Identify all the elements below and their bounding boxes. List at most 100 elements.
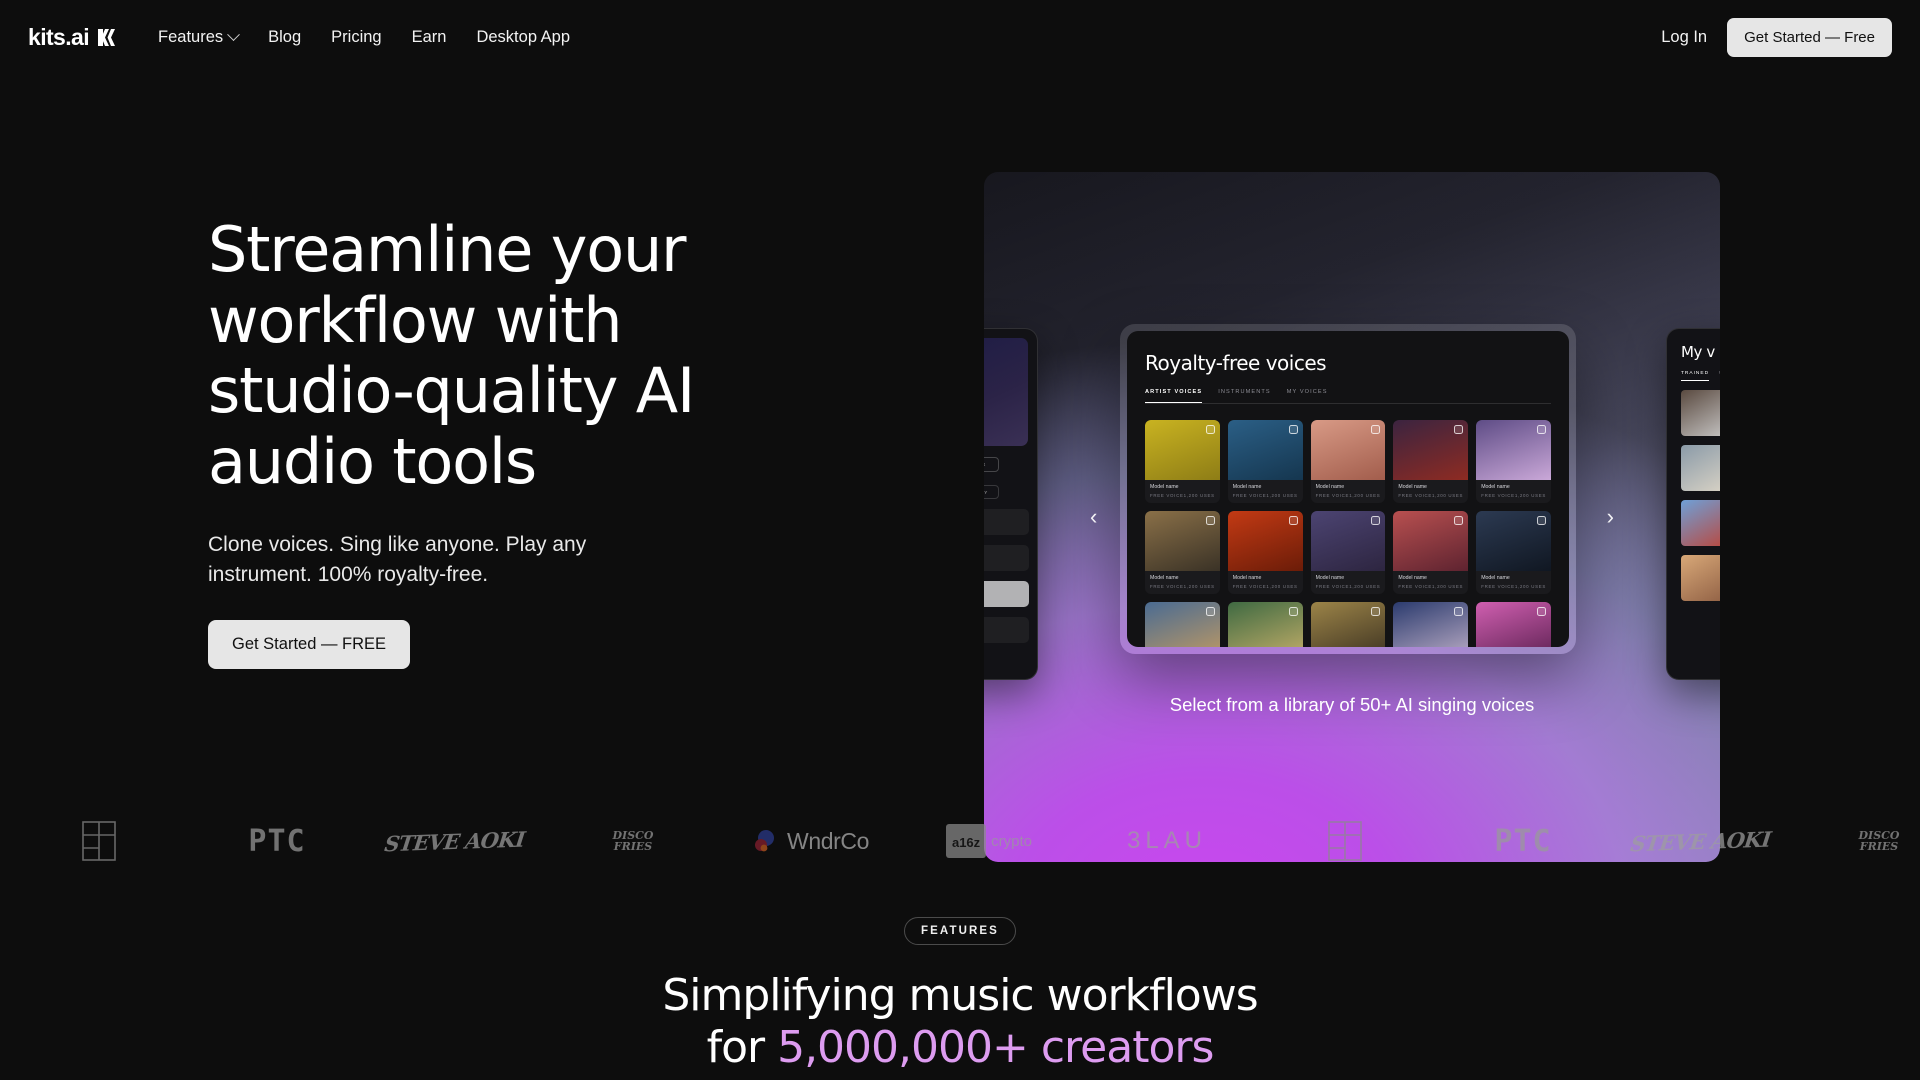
voice-card-badge: FREE VOICE [1315,493,1350,498]
checkbox-icon[interactable] [1371,516,1381,525]
checkbox-icon[interactable] [1454,516,1464,525]
voice-card[interactable]: Model nameFREE VOICE1,200 USES [1476,602,1551,647]
panel-title: Royalty-free voices [1145,351,1327,375]
checkbox-icon[interactable] [1288,607,1298,616]
voice-card-badge: FREE VOICE [1481,493,1515,498]
voice-card-grid: Model name FREE VOICE 1,200 USES Model name… [1145,420,1551,647]
voice-card-name: Model name [1398,575,1427,581]
nav-item-blog[interactable]: Blog [268,28,301,47]
wndrco-logo: WndrCo [722,817,900,865]
features-section: FEATURES Simplifying music workflows for… [0,897,1920,1074]
carousel-panel-next[interactable]: My v TRAINED UP [1666,328,1720,680]
features-heading-line1: Simplifying music workflows [662,970,1258,1021]
hero-section: Streamline your workflow with studio-qua… [0,75,1920,862]
page-title: Streamline your workflow with studio-qua… [208,213,695,499]
tab-artist-voices[interactable]: ARTIST VOICES [1145,389,1203,403]
voice-card[interactable]: Model nameFREE VOICE1,200 USES [1227,420,1303,503]
voice-card-image [1310,511,1386,571]
list-item[interactable] [984,509,1029,535]
voice-card-meta: Model name FREE VOICE 1,200 USES [1145,480,1220,503]
voice-card-name: Model name [1232,575,1262,581]
voice-card-uses: 1,200 USES [1514,493,1546,498]
voice-card[interactable]: Model nameFREE VOICE1,200 USES [1145,420,1220,503]
voice-card[interactable]: Model nameFREE VOICE1,200 USES [1145,602,1220,647]
voice-card-image [1227,602,1303,647]
hero-copy: Streamline your workflow with studio-qua… [208,85,848,785]
voice-card-meta: Model name FREE VOICE 1,200 USES [1393,480,1469,503]
voice-card[interactable]: Model nameFREE VOICE1,200 USES [1393,420,1469,503]
my-voices-title: My v [1681,343,1715,361]
carousel-panel-previous[interactable]: PITCH RANGE ...ium, G3-F#4 SHARE ...LL H… [984,328,1038,680]
voice-card[interactable]: Model nameFREE VOICE1,200 USES [1310,602,1386,647]
brand-logo[interactable]: kits.ai [28,26,116,49]
nav-item-desktop-app[interactable]: Desktop App [476,28,570,47]
carousel-prev-button[interactable]: ‹ [1090,506,1097,528]
voice-card-image [1393,420,1469,480]
voice-card-image [1393,511,1469,571]
voice-card-image [1310,602,1386,647]
voice-card[interactable]: Model nameFREE VOICE1,200 USES [1310,420,1386,503]
checkbox-icon[interactable] [1537,607,1546,616]
nav-item-earn-label: Earn [411,28,447,46]
voice-card[interactable]: Model nameFREE VOICE1,200 USES [1227,602,1303,647]
tab-instruments[interactable]: INSTRUMENTS [1218,389,1271,403]
checkbox-icon[interactable] [1537,516,1546,525]
checkbox-icon[interactable] [1288,425,1298,434]
checkbox-icon[interactable] [1537,425,1546,434]
checkbox-icon[interactable] [1205,425,1215,434]
my-voice-thumbnail[interactable] [1681,555,1720,601]
voice-card[interactable]: Model nameFREE VOICE1,200 USES [1476,420,1551,503]
list-item[interactable] [984,545,1029,571]
checkbox-icon[interactable] [1205,516,1215,525]
nav-item-blog-label: Blog [268,28,302,46]
voice-card[interactable]: Model nameFREE VOICE1,200 USES [1393,511,1469,594]
nav-links: Features Blog Pricing Earn Desktop App [158,28,570,47]
voice-card-image [1227,511,1303,571]
checkbox-icon[interactable] [1454,425,1464,434]
voice-card-uses: 1,200 USES [1183,493,1215,498]
checkbox-icon[interactable] [1205,607,1215,616]
pitch-range-card: PITCH RANGE ...ium, G3-F#4 [984,338,1028,446]
nav-item-pricing[interactable]: Pricing [331,28,381,47]
tab-trained[interactable]: TRAINED [1681,371,1710,381]
features-heading: Simplifying music workflows for 5,000,00… [0,970,1920,1074]
nav-item-earn[interactable]: Earn [412,28,447,47]
features-heading-accent: 5,000,000+ creators [777,1021,1214,1073]
tab-uploaded[interactable]: UP [1719,371,1720,381]
list-item[interactable] [984,581,1029,607]
voice-card-name: Model name [1232,484,1262,490]
carousel-panel-current: Royalty-free voices ARTIST VOICES INSTRU… [1120,324,1576,654]
voice-card[interactable]: Model nameFREE VOICE1,200 USES [1227,511,1303,594]
disco-fries-logo: DISCO FRIES [612,828,654,853]
voice-card[interactable]: Model nameFREE VOICE1,200 USES [1145,511,1220,594]
voice-card[interactable]: Model nameFREE VOICE1,200 USES [1393,602,1469,647]
checkbox-icon[interactable] [1288,516,1298,525]
voice-card-badge: FREE VOICE [1315,584,1350,589]
voice-card-image [1145,511,1220,571]
voice-card-uses: 1,200 USES [1183,584,1215,589]
voice-card[interactable]: Model nameFREE VOICE1,200 USES [1310,511,1386,594]
share-button[interactable]: SHARE [984,457,999,472]
my-voice-thumbnail[interactable] [1681,500,1720,546]
nav-item-features[interactable]: Features [158,28,241,47]
voice-card[interactable]: Model nameFREE VOICE1,200 USES [1476,511,1551,594]
checkbox-icon[interactable] [1371,425,1381,434]
voice-card-uses: 1,200 USES [1432,584,1464,589]
get-started-nav-button[interactable]: Get Started — Free [1727,18,1892,57]
features-badge: FEATURES [904,917,1016,945]
get-started-hero-button[interactable]: Get Started — FREE [208,620,411,670]
list-item[interactable] [984,617,1029,643]
steve-aoki-logo: STEVE AOKI [383,826,527,856]
my-voice-thumbnail[interactable] [1681,445,1720,491]
tab-my-voices[interactable]: MY VOICES [1287,389,1328,403]
history-button[interactable]: ...LL HISTORY [984,485,999,499]
checkbox-icon[interactable] [1454,607,1464,616]
login-link[interactable]: Log In [1661,28,1707,47]
voice-card-image [1476,420,1551,480]
ptc-logo: PTC [1494,823,1552,859]
checkbox-icon[interactable] [1371,607,1381,616]
voice-card-image [1227,420,1303,480]
carousel-next-button[interactable]: › [1607,506,1614,528]
voice-card-name: Model name [1481,575,1510,581]
my-voice-thumbnail[interactable] [1681,390,1720,436]
